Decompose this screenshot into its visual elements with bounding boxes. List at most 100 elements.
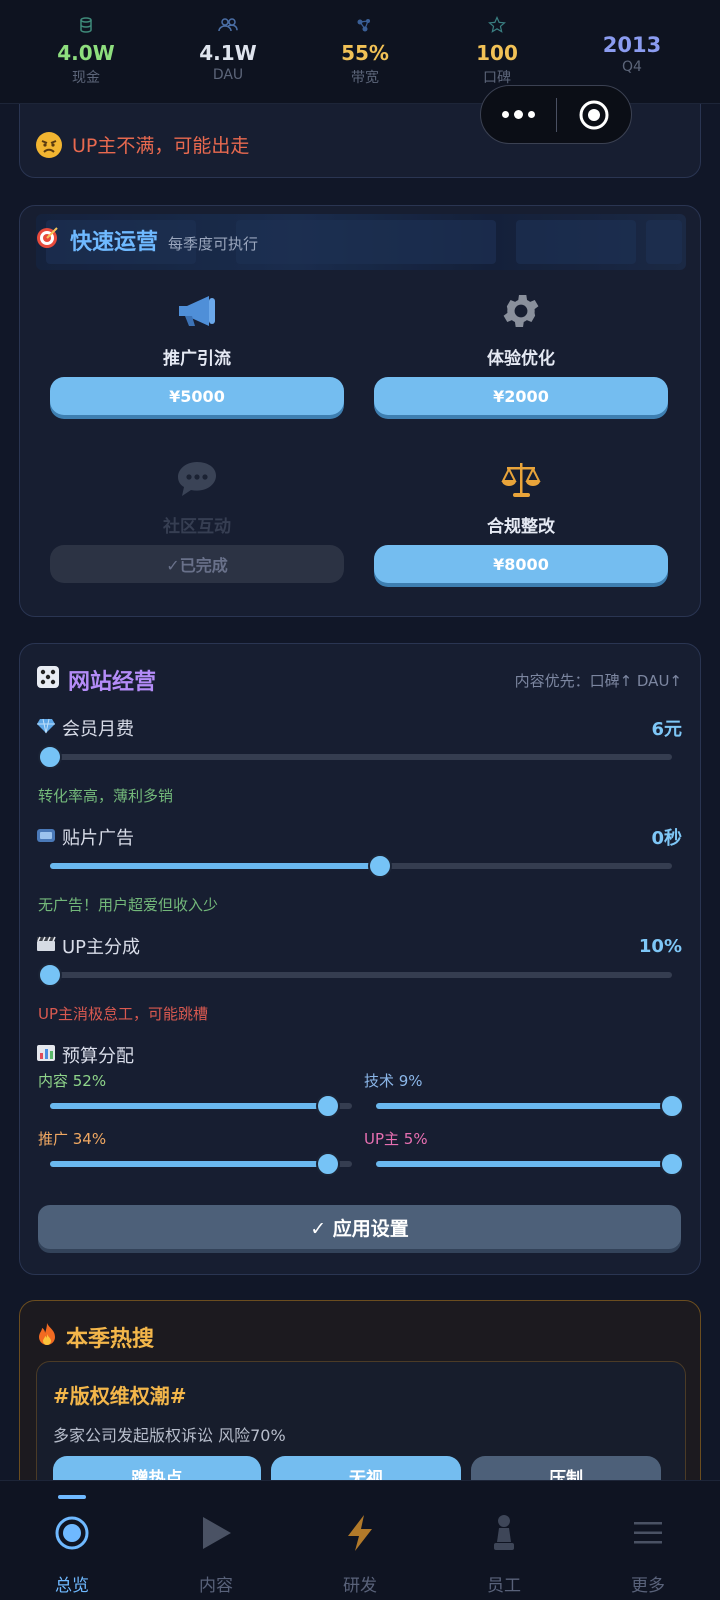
tv-icon	[36, 827, 56, 848]
slider-knob[interactable]	[660, 1152, 684, 1176]
scales-icon	[374, 454, 668, 504]
compliance-buy-button[interactable]: ¥8000	[374, 545, 668, 583]
apply-settings-button[interactable]: ✓ 应用设置	[38, 1205, 681, 1249]
stat-reputation: 100 口碑	[437, 14, 557, 87]
budget-tech-slider[interactable]	[376, 1094, 684, 1118]
membership-note: 转化率高，薄利多销	[38, 787, 174, 805]
slider-fill	[376, 1103, 672, 1109]
stat-value: 4.0W	[57, 41, 115, 65]
cash-icon	[26, 14, 146, 36]
stat-label: 口碑	[483, 70, 511, 86]
menu-icon	[576, 1505, 720, 1561]
share-slider[interactable]	[38, 963, 672, 987]
chat-icon	[50, 454, 344, 504]
quick-ops-card: 快速运营 每季度可执行 推广引流 ¥5000 体验优化 ¥2000 社区互动 ✓…	[19, 205, 701, 617]
stat-value: 4.1W	[199, 41, 257, 65]
budget-promo-label: 推广 34%	[38, 1130, 107, 1148]
event-text: UP主不满，可能出走	[72, 135, 250, 157]
budget-row: 预算分配	[36, 1042, 682, 1068]
slider-knob[interactable]	[315, 1152, 340, 1176]
target-icon	[579, 100, 609, 129]
event-row: UP主不满，可能出走	[36, 131, 249, 158]
membership-row: 会员月费 6元	[36, 715, 682, 741]
stat-year: 2013 Q4	[572, 28, 692, 75]
diamond-icon	[36, 718, 56, 739]
op-name: 社区互动	[163, 517, 231, 537]
more-options-button[interactable]	[481, 110, 556, 119]
op-name: 推广引流	[163, 349, 231, 369]
ads-row: 贴片广告 0秒	[36, 824, 682, 850]
users-icon	[168, 14, 288, 36]
bar-chart-icon	[36, 1044, 56, 1067]
tab-content[interactable]: 内容	[144, 1481, 288, 1596]
budget-up-label: UP主 5%	[364, 1130, 428, 1148]
bandwidth-icon	[305, 14, 425, 36]
budget-content-slider[interactable]	[50, 1094, 352, 1118]
budget-promo-slider[interactable]	[50, 1152, 352, 1176]
hot-search-header: 本季热搜	[36, 1321, 154, 1353]
tab-more[interactable]: 更多	[576, 1481, 720, 1596]
promotion-buy-button[interactable]: ¥5000	[50, 377, 344, 415]
lightning-icon	[288, 1505, 432, 1561]
op-community: 社区互动 ✓已完成	[50, 454, 344, 583]
overview-icon	[0, 1505, 144, 1561]
quarter-label: Q4	[622, 59, 642, 75]
community-done-button[interactable]: ✓已完成	[50, 545, 344, 583]
slider-fill	[50, 863, 380, 869]
stat-bandwidth: 55% 带宽	[305, 14, 425, 87]
site-title: 网站经营	[68, 670, 157, 695]
slider-fill	[376, 1161, 672, 1167]
tab-label: 总览	[55, 1576, 89, 1596]
target-dart-icon	[36, 225, 60, 253]
tab-overview[interactable]: 总览	[0, 1481, 144, 1596]
membership-value: 6元	[651, 719, 682, 740]
op-promotion: 推广引流 ¥5000	[50, 286, 344, 415]
stat-label: 现金	[72, 70, 100, 86]
tab-indicator	[58, 1495, 86, 1499]
ads-value: 0秒	[651, 828, 682, 849]
clapperboard-icon	[36, 936, 56, 957]
slider-knob[interactable]	[38, 745, 62, 769]
play-icon	[144, 1505, 288, 1561]
site-title-wrap: 网站经营	[36, 664, 156, 696]
slider-fill	[50, 1161, 328, 1167]
close-miniprogram-button[interactable]	[557, 99, 632, 131]
share-label: UP主分成	[62, 937, 141, 958]
capsule-menu	[480, 85, 632, 144]
slider-knob[interactable]	[367, 854, 392, 878]
share-row: UP主分成 10%	[36, 933, 682, 959]
stat-label: DAU	[212, 67, 244, 83]
hot-topic-desc: 多家公司发起版权诉讼 风险70%	[53, 1426, 286, 1445]
site-management-card: 网站经营 内容优先：口碑↑ DAU↑ 会员月费 6元 转化率高，薄利多销 贴片广…	[19, 643, 701, 1275]
stat-value: 55%	[341, 41, 389, 65]
experience-buy-button[interactable]: ¥2000	[374, 377, 668, 415]
ads-slider[interactable]	[50, 854, 672, 878]
budget-tech-label: 技术 9%	[364, 1072, 423, 1090]
slider-knob[interactable]	[38, 963, 62, 987]
stat-label: 带宽	[351, 70, 379, 86]
tab-label: 员工	[487, 1576, 521, 1596]
hot-search-title: 本季热搜	[66, 1327, 155, 1352]
stat-cash: 4.0W 现金	[26, 14, 146, 87]
site-header: 网站经营 内容优先：口碑↑ DAU↑	[36, 664, 682, 696]
membership-label: 会员月费	[62, 719, 134, 740]
op-compliance: 合规整改 ¥8000	[374, 454, 668, 583]
share-note: UP主消极怠工，可能跳槽	[38, 1005, 209, 1023]
strategy-hint: 内容优先：口碑↑ DAU↑	[514, 671, 682, 690]
stat-dau: 4.1W DAU	[168, 14, 288, 83]
tab-staff[interactable]: 员工	[432, 1481, 576, 1596]
quick-ops-header: 快速运营 每季度可执行	[36, 224, 258, 256]
budget-content-label: 内容 52%	[38, 1072, 107, 1090]
tab-label: 更多	[631, 1576, 665, 1596]
op-name: 合规整改	[487, 517, 555, 537]
tab-label: 内容	[199, 1576, 233, 1596]
quick-ops-subtitle: 每季度可执行	[168, 235, 259, 253]
gear-icon	[374, 286, 668, 336]
slider-knob[interactable]	[315, 1094, 340, 1118]
slider-knob[interactable]	[660, 1094, 684, 1118]
stat-value: 100	[476, 41, 518, 65]
budget-up-slider[interactable]	[376, 1152, 684, 1176]
tab-research[interactable]: 研发	[288, 1481, 432, 1596]
share-value: 10%	[638, 935, 682, 957]
membership-slider[interactable]	[38, 745, 672, 769]
